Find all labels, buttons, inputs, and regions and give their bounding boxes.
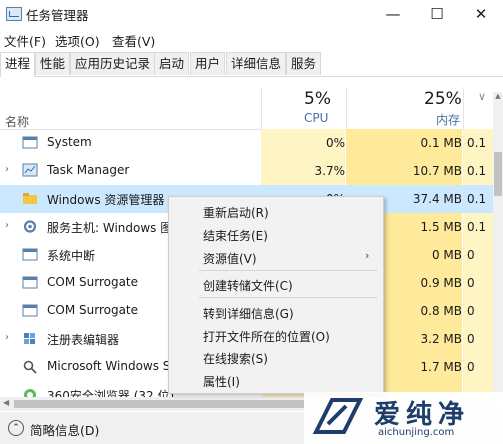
column-header: 名称 5% CPU 25% 内存 ∨ xyxy=(0,77,503,130)
scroll-up-arrow-icon[interactable]: ▲ xyxy=(493,92,503,104)
submenu-arrow-icon: › xyxy=(365,249,370,262)
registry-icon xyxy=(24,333,35,344)
memory-total-percent[interactable]: 25% xyxy=(424,89,462,109)
menu-view[interactable]: 查看(V) xyxy=(112,31,155,50)
menu-divider xyxy=(199,270,377,271)
disk-cell: 0 xyxy=(463,325,493,353)
search-icon xyxy=(23,360,37,374)
memory-cell: 0.1 MB xyxy=(346,129,462,157)
tab-services[interactable]: 服务 xyxy=(286,52,322,75)
fewer-details-link[interactable]: 简略信息(D) xyxy=(30,420,99,439)
system-window-icon xyxy=(22,276,38,289)
system-window-icon xyxy=(22,136,38,149)
horizontal-scroll-thumb[interactable] xyxy=(14,400,304,408)
expand-chevron-icon[interactable]: › xyxy=(5,332,9,343)
disk-cell: 0.1 xyxy=(463,213,493,241)
system-window-icon xyxy=(22,304,38,317)
column-divider[interactable] xyxy=(346,87,347,129)
watermark-logo xyxy=(312,398,364,434)
vertical-scrollbar[interactable]: ▲ xyxy=(493,92,503,397)
browser-icon xyxy=(24,389,36,397)
watermark-brand: 爱纯净 xyxy=(374,400,471,430)
process-row[interactable]: System 0% 0.1 MB 0.1 xyxy=(0,129,493,157)
ctx-create-dump[interactable]: 创建转储文件(C) xyxy=(203,277,293,294)
ctx-end-task[interactable]: 结束任务(E) xyxy=(203,227,268,244)
title-bar: 任务管理器 — ☐ ✕ xyxy=(0,0,503,28)
tab-processes[interactable]: 进程 xyxy=(0,52,36,77)
disk-cell: 0 xyxy=(463,269,493,297)
ctx-resource-values[interactable]: 资源值(V) xyxy=(203,250,257,267)
tab-startup[interactable]: 启动 xyxy=(154,52,190,75)
context-menu: 重新启动(R) 结束任务(E) 资源值(V) › 创建转储文件(C) 转到详细信… xyxy=(168,196,384,394)
window-title: 任务管理器 xyxy=(26,8,89,23)
column-divider[interactable] xyxy=(463,87,464,129)
tab-details[interactable]: 详细信息 xyxy=(226,52,287,75)
tab-app-history[interactable]: 应用历史记录 xyxy=(70,52,156,75)
process-name: Task Manager xyxy=(47,163,130,177)
disk-cell: 0 xyxy=(463,353,493,381)
menu-divider xyxy=(199,297,377,298)
tab-performance[interactable]: 性能 xyxy=(35,52,71,75)
cpu-cell: 0% xyxy=(261,129,345,157)
tab-users[interactable]: 用户 xyxy=(190,52,226,75)
expand-chevron-icon[interactable]: › xyxy=(5,164,9,175)
disk-cell: 0 xyxy=(463,241,493,269)
column-name-header[interactable]: 名称 xyxy=(5,113,29,130)
cpu-cell: 3.7% xyxy=(261,157,345,185)
chevron-up-circle-icon[interactable]: ⌃ xyxy=(8,420,24,436)
disk-cell: 0 xyxy=(463,297,493,325)
menu-file[interactable]: 文件(F) xyxy=(4,31,46,50)
task-manager-app-icon xyxy=(6,7,22,21)
menu-bar: 文件(F) 选项(O) 查看(V) xyxy=(0,30,503,50)
task-manager-icon xyxy=(22,163,38,177)
ctx-search-online[interactable]: 在线搜索(S) xyxy=(203,350,268,367)
memory-cell: 10.7 MB xyxy=(346,157,462,185)
chevron-down-icon[interactable]: ∨ xyxy=(478,90,486,103)
cpu-column-header[interactable]: CPU xyxy=(304,111,328,125)
watermark: 爱纯净 aichunjing.com xyxy=(304,392,503,444)
vertical-scroll-thumb[interactable] xyxy=(494,152,502,196)
ctx-open-file-location[interactable]: 打开文件所在的位置(O) xyxy=(203,328,330,345)
cpu-total-percent[interactable]: 5% xyxy=(304,89,331,109)
disk-cell: 0.1 xyxy=(467,192,487,206)
watermark-url: aichunjing.com xyxy=(378,427,455,438)
column-divider[interactable] xyxy=(261,87,262,129)
process-row[interactable]: › Task Manager 3.7% 10.7 MB 0.1 xyxy=(0,157,493,185)
menu-options[interactable]: 选项(O) xyxy=(55,31,100,50)
disk-cell: 0.1 xyxy=(463,157,493,185)
maximize-button[interactable]: ☐ xyxy=(415,0,459,28)
expand-chevron-icon[interactable]: › xyxy=(5,220,9,231)
memory-column-header[interactable]: 内存 xyxy=(436,111,460,128)
process-name: System xyxy=(47,135,92,149)
minimize-button[interactable]: — xyxy=(371,0,415,28)
disk-cell: 0.1 xyxy=(463,129,493,157)
ctx-restart[interactable]: 重新启动(R) xyxy=(203,204,269,221)
gear-icon xyxy=(23,220,37,233)
ctx-properties[interactable]: 属性(I) xyxy=(203,373,240,390)
tab-strip: 进程 性能 应用历史记录 启动 用户 详细信息 服务 xyxy=(0,52,503,77)
ctx-go-to-details[interactable]: 转到详细信息(G) xyxy=(203,305,294,322)
explorer-folder-icon xyxy=(23,193,37,204)
system-window-icon xyxy=(22,248,38,261)
scroll-left-arrow-icon[interactable]: ◀ xyxy=(3,398,9,407)
close-button[interactable]: ✕ xyxy=(459,0,503,28)
